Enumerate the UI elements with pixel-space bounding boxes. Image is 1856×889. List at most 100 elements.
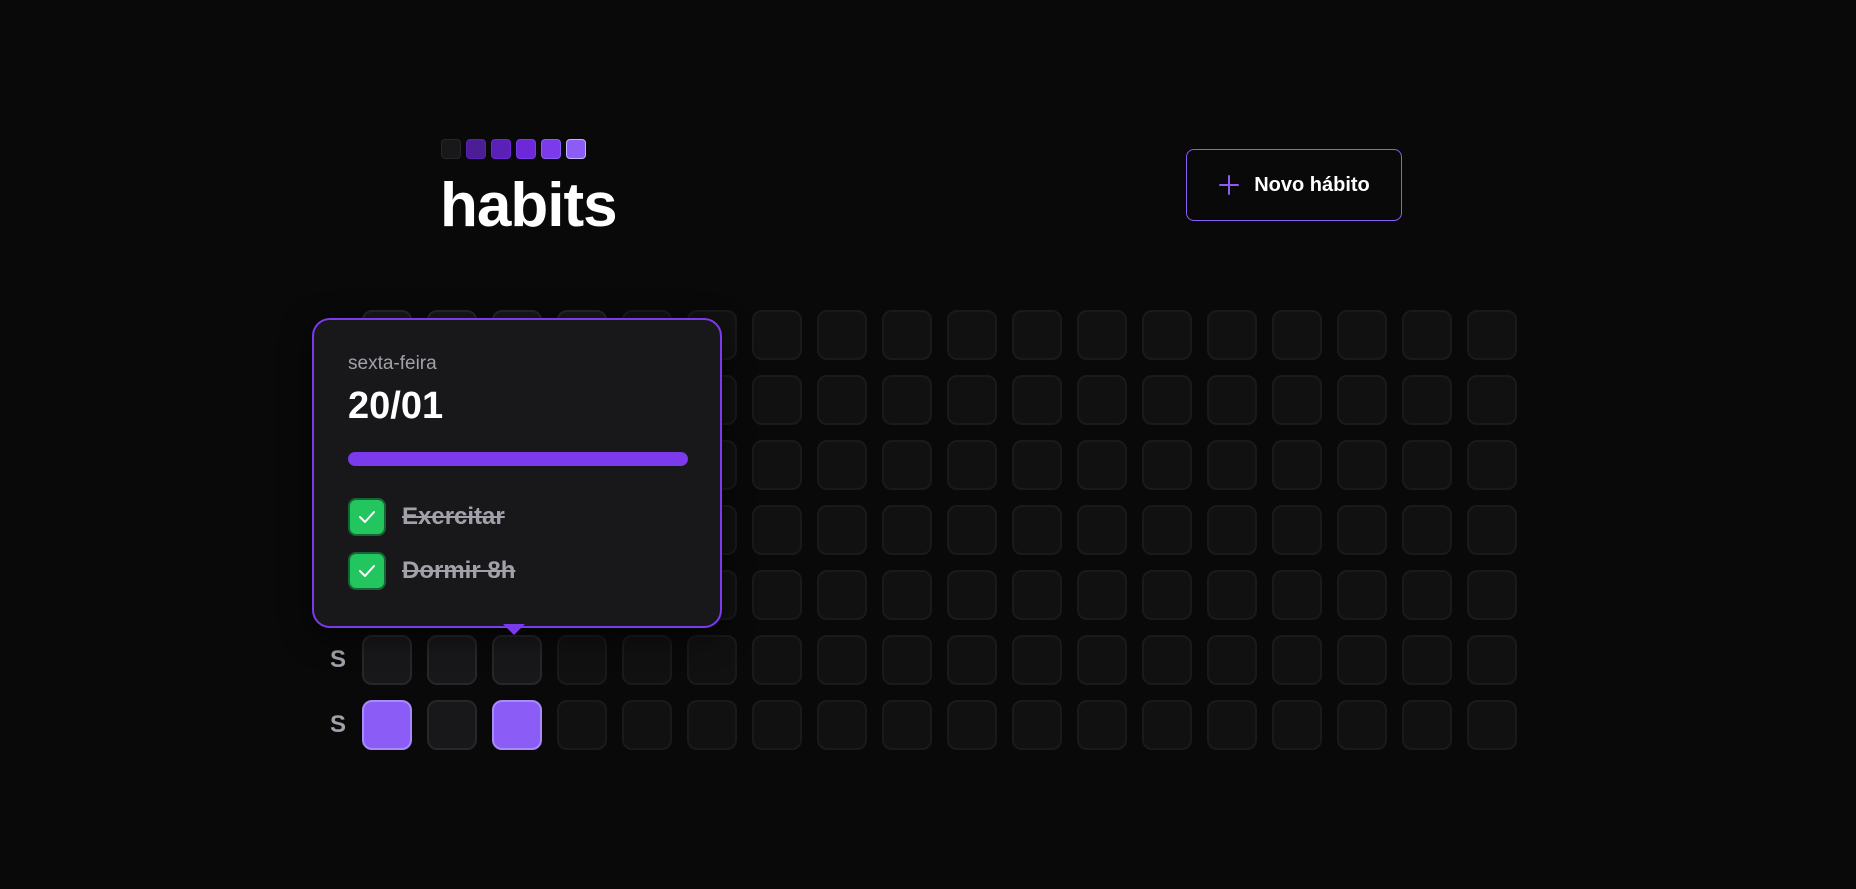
habit-day-cell[interactable] [1012,505,1062,555]
habit-day-cell[interactable] [1077,505,1127,555]
habit-day-cell[interactable] [1467,570,1517,620]
habit-day-cell[interactable] [1142,635,1192,685]
habit-day-cell[interactable] [817,570,867,620]
habit-day-cell[interactable] [1142,440,1192,490]
habit-checkbox[interactable] [348,552,386,590]
habit-day-cell[interactable] [1402,505,1452,555]
habit-day-cell[interactable] [1272,310,1322,360]
habit-day-cell[interactable] [752,440,802,490]
habit-day-cell[interactable] [947,700,997,750]
habit-day-cell[interactable] [1402,310,1452,360]
habit-day-cell[interactable] [882,310,932,360]
new-habit-button[interactable]: Novo hábito [1186,149,1402,221]
habit-day-cell[interactable] [687,635,737,685]
habit-day-cell[interactable] [1077,440,1127,490]
habit-day-cell[interactable] [1207,570,1257,620]
habit-day-cell[interactable] [1272,505,1322,555]
habit-day-cell[interactable] [882,375,932,425]
habit-day-cell[interactable] [882,505,932,555]
habit-day-cell[interactable] [1402,375,1452,425]
habit-day-cell[interactable] [752,505,802,555]
habit-day-cell[interactable] [557,700,607,750]
habit-day-cell[interactable] [1272,440,1322,490]
habit-day-cell[interactable] [622,700,672,750]
habit-day-cell[interactable] [1337,440,1387,490]
habit-day-cell[interactable] [1272,635,1322,685]
habit-day-cell[interactable] [752,635,802,685]
habit-item[interactable]: Dormir 8h [348,552,686,590]
habit-day-cell[interactable] [752,570,802,620]
habit-day-cell[interactable] [1142,375,1192,425]
habit-day-cell[interactable] [492,700,542,750]
habit-day-cell[interactable] [687,700,737,750]
habit-day-cell[interactable] [817,505,867,555]
habit-day-cell[interactable] [557,635,607,685]
habit-day-cell[interactable] [947,570,997,620]
habit-day-cell[interactable] [1207,310,1257,360]
habit-day-cell[interactable] [1142,700,1192,750]
habit-day-cell[interactable] [1467,700,1517,750]
habit-day-cell[interactable] [1142,505,1192,555]
habit-day-cell[interactable] [362,700,412,750]
habit-day-cell[interactable] [817,440,867,490]
habit-day-cell[interactable] [947,440,997,490]
habit-day-cell[interactable] [947,310,997,360]
habit-day-cell[interactable] [1467,375,1517,425]
habit-day-cell[interactable] [1337,635,1387,685]
habit-day-cell[interactable] [1207,700,1257,750]
habit-day-cell[interactable] [1077,700,1127,750]
habit-day-cell[interactable] [1142,310,1192,360]
habit-day-cell[interactable] [947,635,997,685]
habit-day-cell[interactable] [1402,440,1452,490]
habit-day-cell[interactable] [362,635,412,685]
habit-day-cell[interactable] [1272,570,1322,620]
habit-day-cell[interactable] [427,635,477,685]
habit-day-cell[interactable] [492,635,542,685]
habit-day-cell[interactable] [1467,635,1517,685]
habit-day-cell[interactable] [1207,375,1257,425]
habit-day-cell[interactable] [1337,570,1387,620]
habit-day-cell[interactable] [1467,310,1517,360]
habit-day-cell[interactable] [1142,570,1192,620]
habit-day-cell[interactable] [1467,440,1517,490]
habit-day-cell[interactable] [1077,570,1127,620]
habit-day-cell[interactable] [1077,375,1127,425]
habit-day-cell[interactable] [427,700,477,750]
habit-day-cell[interactable] [1467,505,1517,555]
habit-day-cell[interactable] [947,505,997,555]
habit-checkbox[interactable] [348,498,386,536]
habit-day-cell[interactable] [817,310,867,360]
habit-day-cell[interactable] [622,635,672,685]
habit-day-cell[interactable] [1402,635,1452,685]
habit-day-cell[interactable] [1272,375,1322,425]
habit-day-cell[interactable] [882,570,932,620]
habit-day-cell[interactable] [752,375,802,425]
habit-day-cell[interactable] [1012,700,1062,750]
habit-day-cell[interactable] [752,700,802,750]
habit-day-cell[interactable] [817,700,867,750]
habit-day-cell[interactable] [1012,310,1062,360]
habit-day-cell[interactable] [882,440,932,490]
habit-day-cell[interactable] [1012,635,1062,685]
habit-day-cell[interactable] [882,700,932,750]
habit-day-cell[interactable] [1207,635,1257,685]
habit-day-cell[interactable] [752,310,802,360]
habit-day-cell[interactable] [1077,310,1127,360]
habit-day-cell[interactable] [1207,505,1257,555]
habit-day-cell[interactable] [947,375,997,425]
habit-day-cell[interactable] [1077,635,1127,685]
habit-day-cell[interactable] [817,635,867,685]
habit-day-cell[interactable] [1337,310,1387,360]
habit-day-cell[interactable] [1012,375,1062,425]
habit-item[interactable]: Exercitar [348,498,686,536]
habit-day-cell[interactable] [1012,570,1062,620]
habit-day-cell[interactable] [817,375,867,425]
habit-day-cell[interactable] [1402,700,1452,750]
habit-day-cell[interactable] [1272,700,1322,750]
habit-day-cell[interactable] [882,635,932,685]
habit-day-cell[interactable] [1402,570,1452,620]
habit-day-cell[interactable] [1337,700,1387,750]
habit-day-cell[interactable] [1337,375,1387,425]
habit-day-cell[interactable] [1337,505,1387,555]
habit-day-cell[interactable] [1207,440,1257,490]
